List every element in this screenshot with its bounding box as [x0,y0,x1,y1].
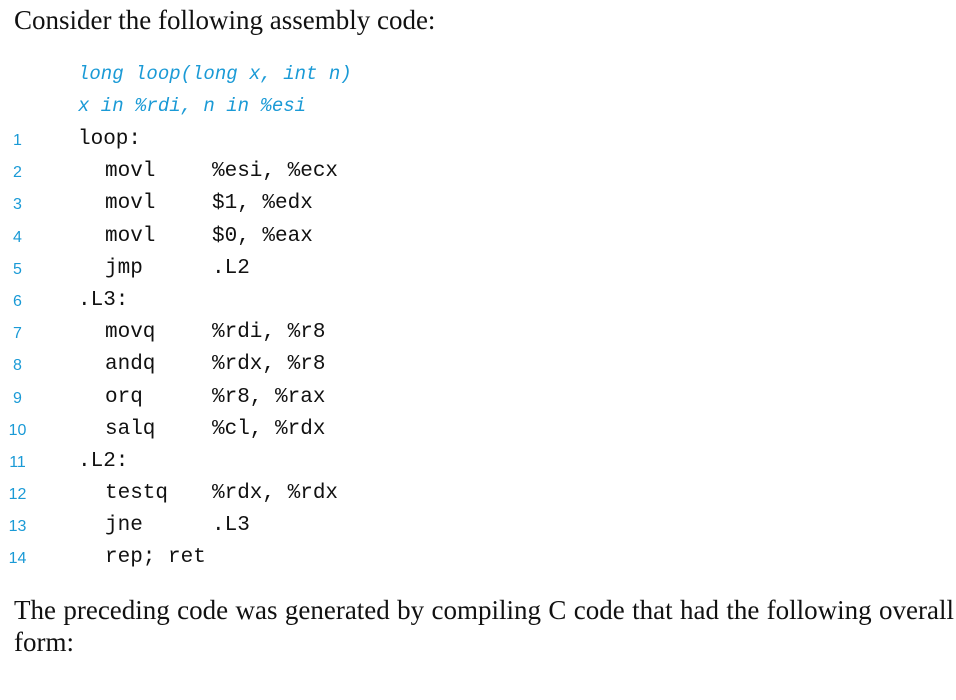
code-line: 6 .L3: [0,287,600,319]
operands: %rdi, %r8 [212,321,326,345]
line-number: 5 [13,260,22,278]
line-number: 10 [8,421,27,439]
code-line: 14 rep; ret [0,544,600,576]
code-line: 10 salq %cl, %rdx [0,416,600,448]
instruction: salq [105,417,156,441]
line-number: 6 [13,292,22,310]
line-number: 2 [13,164,22,182]
operands: .L2 [212,256,250,280]
instruction: movl [105,224,156,248]
register-mapping: x in %rdi, n in %esi [78,95,307,117]
code-line: 5 jmp .L2 [0,255,600,287]
line-number: 9 [13,389,22,407]
instruction: andq [105,353,156,377]
line-number: 14 [8,550,27,568]
intro-text: Consider the following assembly code: [14,5,436,35]
code-label: .L2: [78,449,129,473]
code-line: 12 testq %rdx, %rdx [0,480,600,512]
instruction: testq [105,482,169,506]
outro-text: The preceding code was generated by comp… [14,595,954,657]
code-line: 2 movl %esi, %ecx [0,158,600,190]
operands: %esi, %ecx [212,160,339,184]
line-number: 3 [13,196,22,214]
instruction: jne [105,514,143,538]
code-line: 8 andq %rdx, %r8 [0,351,600,383]
instruction: jmp [105,256,143,280]
code-line: 7 movq %rdi, %r8 [0,319,600,351]
line-number: 8 [13,357,22,375]
function-signature: long loop(long x, int n) [78,63,352,85]
code-label: loop: [78,128,142,151]
code-line: 1 loop: [0,126,600,158]
line-number: 1 [13,132,22,149]
code-label: .L3: [78,288,129,312]
code-line: 3 movl $1, %edx [0,190,600,222]
operands: %cl, %rdx [212,417,326,441]
instruction: orq [105,385,143,409]
operands: $0, %eax [212,224,313,248]
line-number: 11 [9,453,26,471]
line-number: 12 [8,486,27,504]
code-line: 13 jne .L3 [0,512,600,544]
operands: $1, %edx [212,192,313,216]
code-line: 4 movl $0, %eax [0,223,600,255]
instruction: movl [105,192,156,216]
operands: .L3 [212,514,250,538]
instruction: movl [105,160,156,184]
operands: %rdx, %r8 [212,353,326,377]
instruction: movq [105,321,156,345]
code-line: 11 .L2: [0,448,600,480]
line-number: 7 [13,325,22,343]
assembly-listing: 1 loop: 2 movl %esi, %ecx 3 movl $1, %ed… [0,126,600,577]
code-line: 9 orq %r8, %rax [0,384,600,416]
operands: %r8, %rax [212,385,326,409]
instruction: rep; ret [105,546,206,570]
operands: %rdx, %rdx [212,482,339,506]
line-number: 13 [8,518,27,536]
line-number: 4 [13,228,22,246]
